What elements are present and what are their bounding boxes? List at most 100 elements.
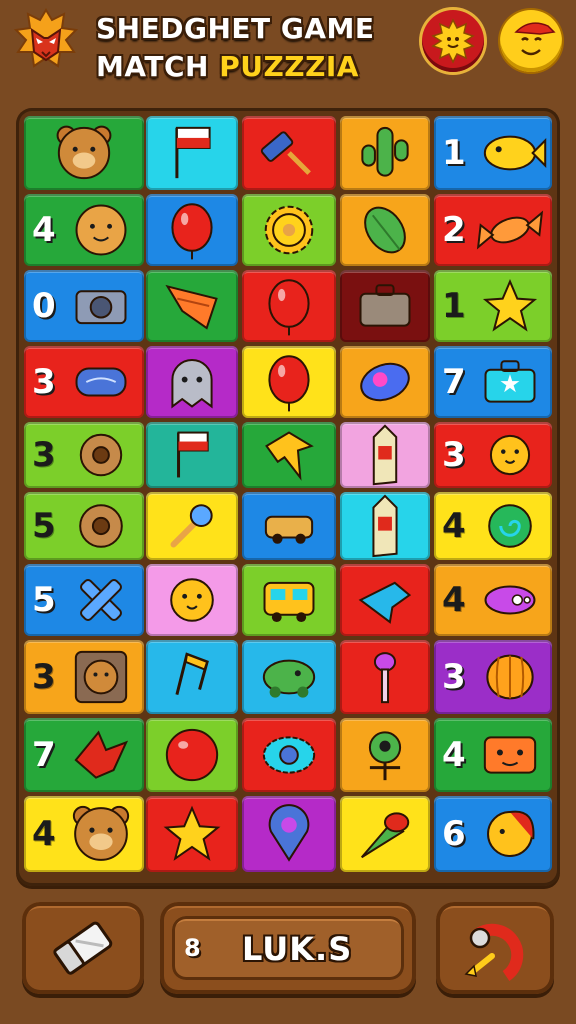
board-tile[interactable] xyxy=(242,194,336,266)
star-icon xyxy=(482,278,538,332)
board-tile[interactable] xyxy=(340,346,430,418)
board-tile[interactable]: 3 xyxy=(434,640,552,714)
board-tile[interactable]: 4 xyxy=(24,194,144,266)
magnet-button[interactable] xyxy=(436,902,554,994)
board-tile[interactable] xyxy=(24,116,144,190)
board-tile[interactable] xyxy=(146,718,238,792)
board-tile[interactable] xyxy=(146,422,238,488)
board-tile[interactable]: 3 xyxy=(24,640,144,714)
board-tile[interactable] xyxy=(146,270,238,342)
board-tile[interactable]: 6 xyxy=(434,796,552,872)
board-tile[interactable] xyxy=(146,796,238,872)
board-tile[interactable] xyxy=(242,346,336,418)
board-tile[interactable] xyxy=(146,116,238,190)
box-face-icon xyxy=(483,736,537,774)
fish-icon xyxy=(483,135,547,171)
carrot-icon xyxy=(360,812,410,859)
subtitle-accent: PUZZZIA xyxy=(219,50,359,83)
board-tile[interactable] xyxy=(242,564,336,636)
chick-icon xyxy=(489,434,531,476)
board-tile[interactable] xyxy=(242,270,336,342)
board-tile[interactable] xyxy=(242,422,336,488)
board-tile[interactable] xyxy=(340,422,430,488)
board-tile[interactable]: 2 xyxy=(434,194,552,266)
flag-icon xyxy=(175,126,211,179)
tile-number: 3 xyxy=(442,657,466,697)
cross-icon xyxy=(80,579,122,621)
board-tile[interactable] xyxy=(146,564,238,636)
board-tile[interactable] xyxy=(242,492,336,560)
board-tile[interactable] xyxy=(242,640,336,714)
ghost-icon xyxy=(171,359,213,409)
star-icon xyxy=(163,805,221,861)
tile-number: 7 xyxy=(442,362,466,402)
board-tile[interactable] xyxy=(242,796,336,872)
bear-icon xyxy=(72,805,130,861)
tile-number: 3 xyxy=(32,657,56,697)
bear-icon xyxy=(56,125,112,180)
profile-button[interactable] xyxy=(500,10,562,72)
pin-icon xyxy=(268,804,310,862)
bear-face-icon xyxy=(75,204,127,256)
sun-face-icon xyxy=(431,18,475,64)
board-tile[interactable] xyxy=(146,640,238,714)
board-tile[interactable]: 3 xyxy=(24,346,144,418)
cactus-icon xyxy=(361,126,409,177)
board-tile[interactable]: 4 xyxy=(434,492,552,560)
toy-icon xyxy=(75,367,127,397)
board-tile[interactable] xyxy=(340,796,430,872)
tile-number: 2 xyxy=(442,210,466,250)
board-tile[interactable]: 5 xyxy=(24,564,144,636)
board-tile[interactable] xyxy=(340,564,430,636)
board-tile[interactable] xyxy=(340,640,430,714)
svg-text:★: ★ xyxy=(499,369,521,398)
eraser-icon xyxy=(53,921,113,975)
tile-number: 7 xyxy=(32,735,56,775)
tile-number: 3 xyxy=(32,362,56,402)
pumpkin-icon xyxy=(486,654,534,700)
board-tile[interactable] xyxy=(242,116,336,190)
flag-icon xyxy=(177,431,209,478)
board-tile[interactable]: 5 xyxy=(24,492,144,560)
board-tile[interactable]: 7 xyxy=(24,718,144,792)
microphone-icon xyxy=(170,504,213,548)
board-tile[interactable]: 7 ★ xyxy=(434,346,552,418)
board-tile[interactable]: 3 xyxy=(24,422,144,488)
board-tile[interactable] xyxy=(340,492,430,560)
eraser-button[interactable] xyxy=(22,902,144,994)
board-tile[interactable] xyxy=(146,492,238,560)
tile-number: 3 xyxy=(32,435,56,475)
suitcase-star-icon: ★ xyxy=(484,360,536,403)
tile-number: 5 xyxy=(32,580,56,620)
board-tile[interactable]: 1 xyxy=(434,116,552,190)
board-tile[interactable]: 4 xyxy=(434,718,552,792)
board-tile[interactable] xyxy=(146,346,238,418)
board-tile[interactable] xyxy=(340,194,430,266)
board-tile[interactable]: 4 xyxy=(434,564,552,636)
donut-icon xyxy=(79,433,123,477)
smiley-cap-icon xyxy=(514,22,556,56)
board-tile[interactable]: 0 xyxy=(24,270,144,342)
board-tile[interactable] xyxy=(242,718,336,792)
chick-icon xyxy=(170,578,214,622)
board-tile[interactable] xyxy=(340,270,430,342)
board-tile[interactable] xyxy=(340,718,430,792)
board-tile[interactable]: 4 xyxy=(24,796,144,872)
leaf-arrow-icon xyxy=(265,431,314,481)
bus-icon xyxy=(263,581,315,623)
leaf-icon xyxy=(364,206,406,254)
candy-icon xyxy=(476,210,544,250)
tile-number: 4 xyxy=(32,210,56,250)
header: SHEDGHET GAME MATCH PUZZZIA xyxy=(0,0,576,104)
settings-button[interactable] xyxy=(422,10,484,72)
moves-panel[interactable]: 8 LUK.S xyxy=(160,902,416,994)
board-tile[interactable] xyxy=(340,116,430,190)
camera-icon xyxy=(75,290,127,325)
bookmark-icon xyxy=(165,284,218,330)
rocket-icon xyxy=(372,494,398,558)
tile-number: 1 xyxy=(442,133,466,173)
board-tile[interactable]: 3 xyxy=(434,422,552,488)
board-tile[interactable]: 1 xyxy=(434,270,552,342)
brush-icon xyxy=(373,652,397,704)
board-tile[interactable] xyxy=(146,194,238,266)
